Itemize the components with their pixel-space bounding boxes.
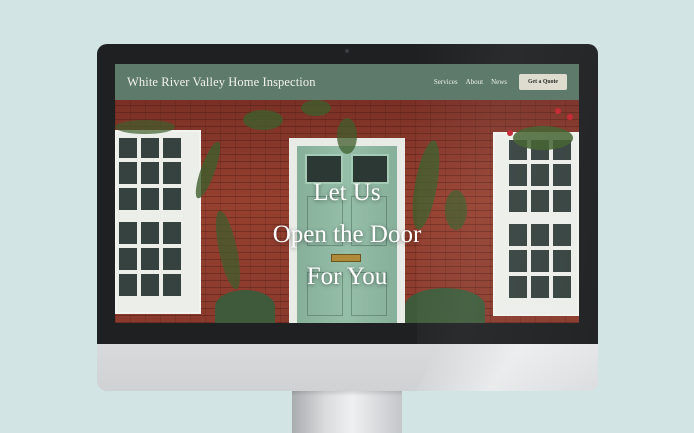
hero-headline-line-2: Open the Door [272, 221, 422, 248]
get-quote-button[interactable]: Get a Quote [519, 74, 567, 90]
nav-menu: Services About News [434, 78, 507, 86]
hero-image-brick-house: Let Us Open the Door For You [115, 100, 579, 323]
monitor-chin [97, 343, 598, 391]
hero-headline-line-1: Let Us [313, 179, 381, 206]
nav-link-about[interactable]: About [466, 78, 484, 86]
monitor-stand [292, 388, 402, 433]
nav-link-services[interactable]: Services [434, 78, 458, 86]
website-screen: White River Valley Home Inspection Servi… [115, 64, 579, 323]
hero-headline: Let Us Open the Door For You [115, 172, 579, 298]
red-flower-image [507, 130, 513, 136]
monitor-bezel: White River Valley Home Inspection Servi… [97, 44, 598, 344]
site-header: White River Valley Home Inspection Servi… [115, 64, 579, 100]
camera-dot [345, 49, 349, 53]
hero-headline-line-3: For You [306, 263, 388, 290]
site-brand[interactable]: White River Valley Home Inspection [127, 75, 434, 90]
nav-link-news[interactable]: News [491, 78, 507, 86]
